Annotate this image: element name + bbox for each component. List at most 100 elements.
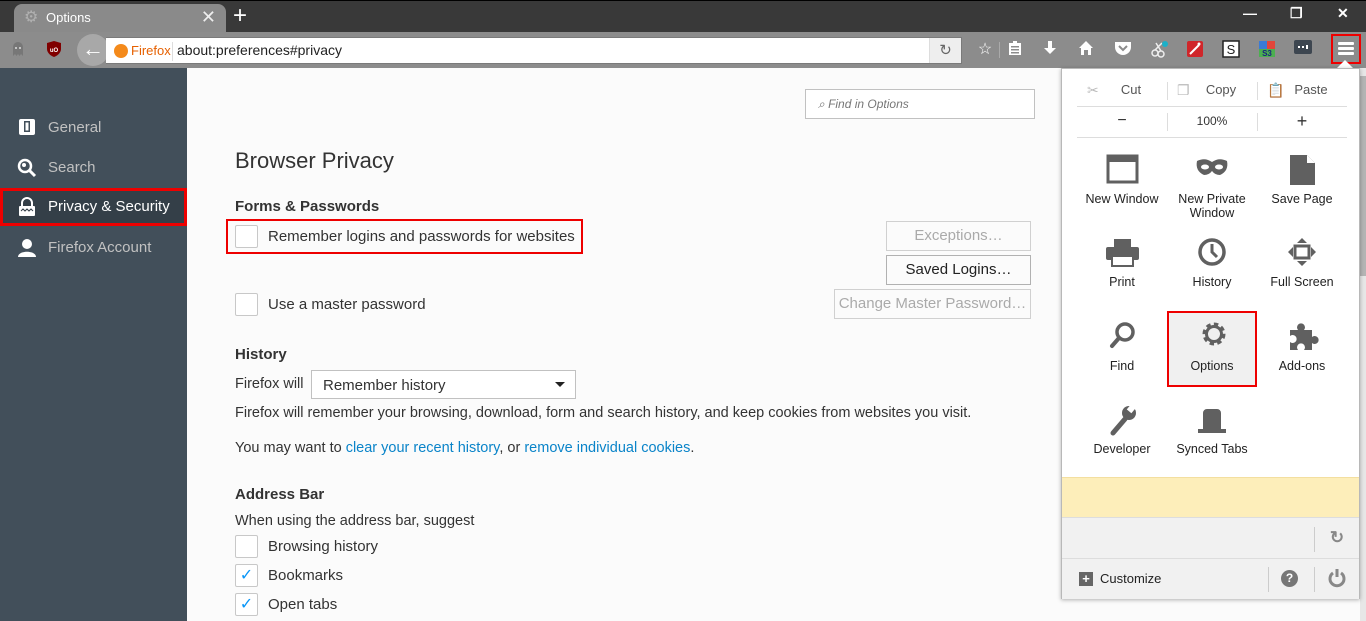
sidebar-item-general[interactable]: General [0,109,187,147]
help-icon[interactable]: ? [1281,570,1298,587]
s3-extension-icon[interactable]: S3 [1257,40,1277,60]
ghostery-extension-icon[interactable] [9,40,27,58]
tab-close-icon[interactable]: ✕ [201,7,216,27]
zoom-in-button[interactable]: + [1257,106,1347,136]
menu-find[interactable]: Find [1077,316,1167,394]
main-menu-panel: ✂ Cut ❐ Copy 📋 Paste − 100% + New Window Ne… [1061,68,1360,599]
menu-item-label: Options [1190,359,1234,373]
options-gear-icon [1169,320,1259,354]
zoom-out-button[interactable]: − [1077,106,1167,136]
menu-save-page[interactable]: Save Page [1257,149,1347,227]
menu-new-window[interactable]: New Window [1077,149,1167,227]
ublock-extension-icon[interactable]: uO [45,40,63,58]
find-in-options-input[interactable]: ⌕ Find in Options [805,89,1035,119]
new-tab-button[interactable]: + [233,3,247,29]
close-window-button[interactable]: ✕ [1337,5,1349,22]
quit-power-icon[interactable] [1327,568,1347,588]
forms-passwords-heading: Forms & Passwords [235,198,380,215]
s-extension-icon[interactable]: S [1221,40,1241,60]
copy-icon: ❐ [1177,82,1190,98]
menu-developer[interactable]: Developer [1077,399,1167,477]
menu-new-private-window[interactable]: New Private Window [1167,149,1257,227]
customize-button[interactable]: Customize [1100,571,1161,586]
lock-icon [17,197,37,217]
general-icon [17,118,37,138]
svg-text:S: S [1227,42,1236,57]
downloads-icon[interactable] [1040,40,1060,60]
menu-item-label: History [1192,275,1232,289]
url-bar[interactable]: Firefox about:preferences#privacy ↻ [106,37,962,64]
sidebar-item-firefox-account[interactable]: Firefox Account [0,229,187,267]
sidebar-item-label: General [48,119,102,136]
history-description: Firefox will remember your browsing, dow… [235,405,972,421]
menu-addons[interactable]: Add-ons [1257,316,1347,394]
menu-print[interactable]: Print [1077,232,1167,310]
content-scrollbar[interactable] [1360,68,1366,621]
remember-logins-label[interactable]: Remember logins and passwords for websit… [268,228,575,245]
sync-icon[interactable]: ↻ [1327,528,1347,548]
browsing-history-label[interactable]: Browsing history [268,538,378,555]
menu-item-label: Save Page [1271,192,1333,206]
change-master-password-button[interactable]: Change Master Password… [834,289,1031,319]
history-heading: History [235,346,287,363]
bookmarks-checkbox[interactable]: ✓ [235,564,258,587]
separator [1314,567,1315,592]
master-password-checkbox[interactable] [235,293,258,316]
url-text[interactable]: about:preferences#privacy [177,42,342,58]
exceptions-button[interactable]: Exceptions… [886,221,1031,251]
back-button[interactable]: ← [77,34,109,66]
print-icon [1077,236,1167,270]
svg-text:S3: S3 [1262,49,1272,58]
scissors-icon: ✂ [1087,82,1099,98]
menu-options[interactable]: Options [1167,311,1257,387]
bookmark-star-icon[interactable]: ☆ [975,40,995,60]
firefox-will-label: Firefox will [235,376,304,392]
paste-icon: 📋 [1267,82,1285,98]
scrollbar-thumb[interactable] [1360,76,1366,276]
paste-button[interactable]: 📋 Paste [1257,75,1347,105]
zoom-reset-button[interactable]: 100% [1167,106,1257,136]
more-extension-icon[interactable] [1293,40,1313,60]
sidebar-item-search[interactable]: Search [0,149,187,187]
reload-icon[interactable]: ↻ [929,38,961,63]
menu-full-screen[interactable]: Full Screen [1257,232,1347,310]
remove-individual-cookies-link[interactable]: remove individual cookies [524,440,690,456]
edit-controls: ✂ Cut ❐ Copy 📋 Paste [1077,75,1347,105]
zoom-controls: − 100% + [1077,106,1347,136]
reading-list-icon[interactable] [1005,40,1025,60]
restore-button[interactable]: ❐ [1290,5,1303,22]
home-icon[interactable] [1076,40,1096,60]
page-title: Browser Privacy [235,148,394,173]
bookmarks-label[interactable]: Bookmarks [268,567,343,584]
minimize-button[interactable]: — [1243,5,1257,21]
separator [1268,567,1269,592]
sidebar-item-privacy-security[interactable]: Privacy & Security [0,188,187,226]
hint-text: . [690,440,695,456]
hamburger-line [1338,47,1354,50]
sidebar-item-label: Privacy & Security [48,198,170,215]
firefox-logo-icon [114,44,128,58]
sidebar-item-label: Firefox Account [48,239,152,256]
magic-wand-extension-icon[interactable] [1185,40,1205,60]
address-bar-subheading: When using the address bar, suggest [235,513,475,529]
hint-text: , or [499,440,525,456]
tab-options[interactable]: ⚙ Options ✕ [14,4,226,33]
master-password-label[interactable]: Use a master password [268,296,426,313]
copy-button[interactable]: ❐ Copy [1167,75,1257,105]
cut-button[interactable]: ✂ Cut [1077,75,1167,105]
clear-recent-history-link[interactable]: clear your recent history [346,440,500,456]
saved-logins-button[interactable]: Saved Logins… [886,255,1031,285]
tab-title: Options [46,10,91,25]
save-page-icon [1257,153,1347,187]
remember-logins-checkbox[interactable] [235,225,258,248]
menu-history[interactable]: History [1167,232,1257,310]
menu-synced-tabs[interactable]: Synced Tabs [1167,399,1257,477]
open-tabs-checkbox[interactable]: ✓ [235,593,258,616]
screenshot-extension-icon[interactable] [1149,40,1169,60]
pocket-icon[interactable] [1113,40,1133,60]
url-separator [172,42,173,61]
browsing-history-checkbox[interactable] [235,535,258,558]
open-tabs-label[interactable]: Open tabs [268,596,337,613]
search-icon: ⌕ [818,97,829,111]
history-mode-select[interactable]: Remember history [311,370,576,399]
